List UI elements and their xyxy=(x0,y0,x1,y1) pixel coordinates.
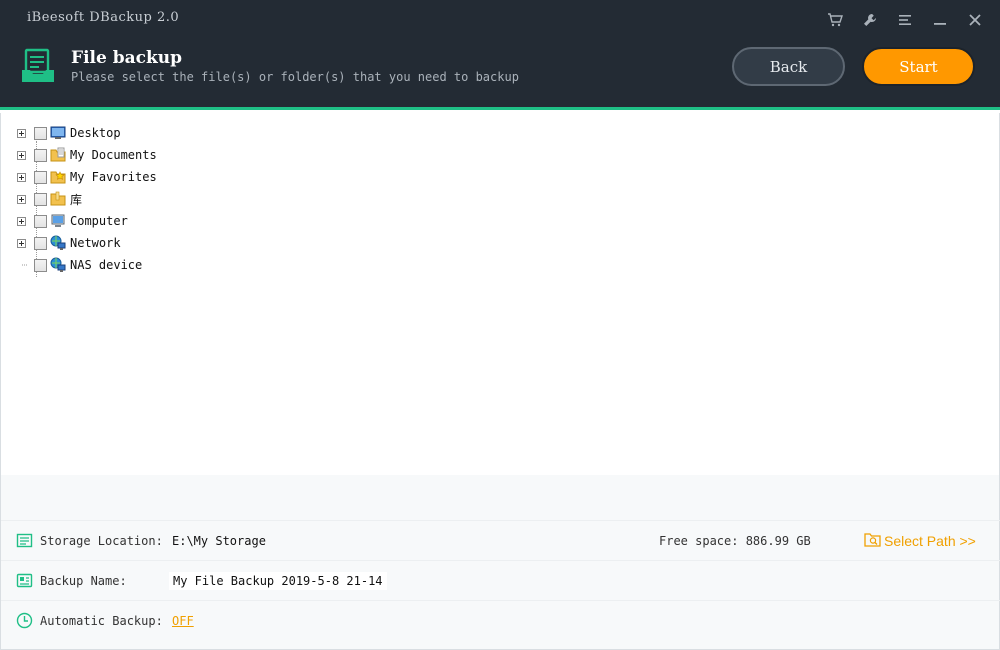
expand-icon[interactable] xyxy=(15,127,27,139)
automatic-backup-label: Automatic Backup: xyxy=(40,613,163,628)
tree-item-my-documents[interactable]: My Documents xyxy=(15,144,157,166)
page-subtitle: Please select the file(s) or folder(s) t… xyxy=(71,70,519,84)
computer-icon xyxy=(49,213,66,230)
app-title: iBeesoft DBackup 2.0 xyxy=(27,10,180,25)
minimize-icon[interactable] xyxy=(922,10,957,30)
expand-icon[interactable] xyxy=(15,171,27,183)
tree-item-library[interactable]: 库 xyxy=(15,188,157,210)
start-button[interactable]: Start xyxy=(862,47,975,86)
backup-settings-panel: Storage Location: E:\My Storage Free spa… xyxy=(0,475,1000,650)
tree-branch-line xyxy=(15,259,27,271)
wrench-icon[interactable] xyxy=(852,10,887,30)
network-icon xyxy=(49,235,66,252)
tree-item-computer[interactable]: Computer xyxy=(15,210,157,232)
free-space-text: Free space: 886.99 GB xyxy=(659,533,811,548)
file-backup-icon xyxy=(20,48,56,84)
close-icon[interactable] xyxy=(957,10,992,30)
tree-item-nas-device[interactable]: NAS device xyxy=(15,254,157,276)
expand-icon[interactable] xyxy=(15,193,27,205)
window-controls xyxy=(817,10,992,30)
backup-name-input[interactable]: My File Backup 2019-5-8 21-14 xyxy=(169,571,387,590)
tree-item-label: 库 xyxy=(70,192,83,207)
select-path-label: Select Path >> xyxy=(884,532,976,549)
storage-location-label: Storage Location: xyxy=(40,533,163,548)
library-folder-icon xyxy=(49,191,66,208)
backup-name-row: Backup Name: My File Backup 2019-5-8 21-… xyxy=(1,560,1000,600)
back-button[interactable]: Back xyxy=(732,47,845,86)
tree-item-network[interactable]: Network xyxy=(15,232,157,254)
menu-icon[interactable] xyxy=(887,10,922,30)
tree-checkbox[interactable] xyxy=(34,214,47,228)
clock-icon xyxy=(16,612,33,629)
tree-checkbox[interactable] xyxy=(34,236,47,250)
folder-search-icon xyxy=(864,532,881,550)
tree-item-label: NAS device xyxy=(70,258,143,272)
backup-name-label: Backup Name: xyxy=(40,573,127,588)
header-bar: iBeesoft DBackup 2.0 File backup Please … xyxy=(0,0,1000,110)
file-tree: Desktop My Documents My Favorites 库 Comp… xyxy=(15,122,157,277)
page-title: File backup xyxy=(71,48,182,68)
tree-checkbox[interactable] xyxy=(34,148,47,162)
tree-checkbox[interactable] xyxy=(34,192,47,206)
tree-item-label: Computer xyxy=(70,214,128,228)
tree-item-label: My Documents xyxy=(70,148,157,162)
nas-icon xyxy=(49,257,66,274)
storage-location-row: Storage Location: E:\My Storage Free spa… xyxy=(1,520,1000,560)
select-path-button[interactable]: Select Path >> xyxy=(864,532,976,550)
tree-item-label: Network xyxy=(70,236,121,250)
tree-item-my-favorites[interactable]: My Favorites xyxy=(15,166,157,188)
cart-icon[interactable] xyxy=(817,10,852,30)
tree-checkbox[interactable] xyxy=(34,258,47,272)
documents-folder-icon xyxy=(49,147,66,164)
tree-item-desktop[interactable]: Desktop xyxy=(15,122,157,144)
favorites-folder-icon xyxy=(49,169,66,186)
automatic-backup-row: Automatic Backup: OFF xyxy=(1,600,1000,640)
backup-name-icon xyxy=(16,572,33,589)
expand-icon[interactable] xyxy=(15,237,27,249)
expand-icon[interactable] xyxy=(15,149,27,161)
expand-icon[interactable] xyxy=(15,215,27,227)
storage-icon xyxy=(16,532,33,549)
tree-checkbox[interactable] xyxy=(34,170,47,184)
desktop-icon xyxy=(49,125,66,142)
automatic-backup-toggle[interactable]: OFF xyxy=(172,614,194,628)
storage-location-value: E:\My Storage xyxy=(172,533,266,548)
tree-item-label: Desktop xyxy=(70,126,121,140)
file-tree-panel: Desktop My Documents My Favorites 库 Comp… xyxy=(0,113,1000,475)
tree-item-label: My Favorites xyxy=(70,170,157,184)
tree-checkbox[interactable] xyxy=(34,126,47,140)
